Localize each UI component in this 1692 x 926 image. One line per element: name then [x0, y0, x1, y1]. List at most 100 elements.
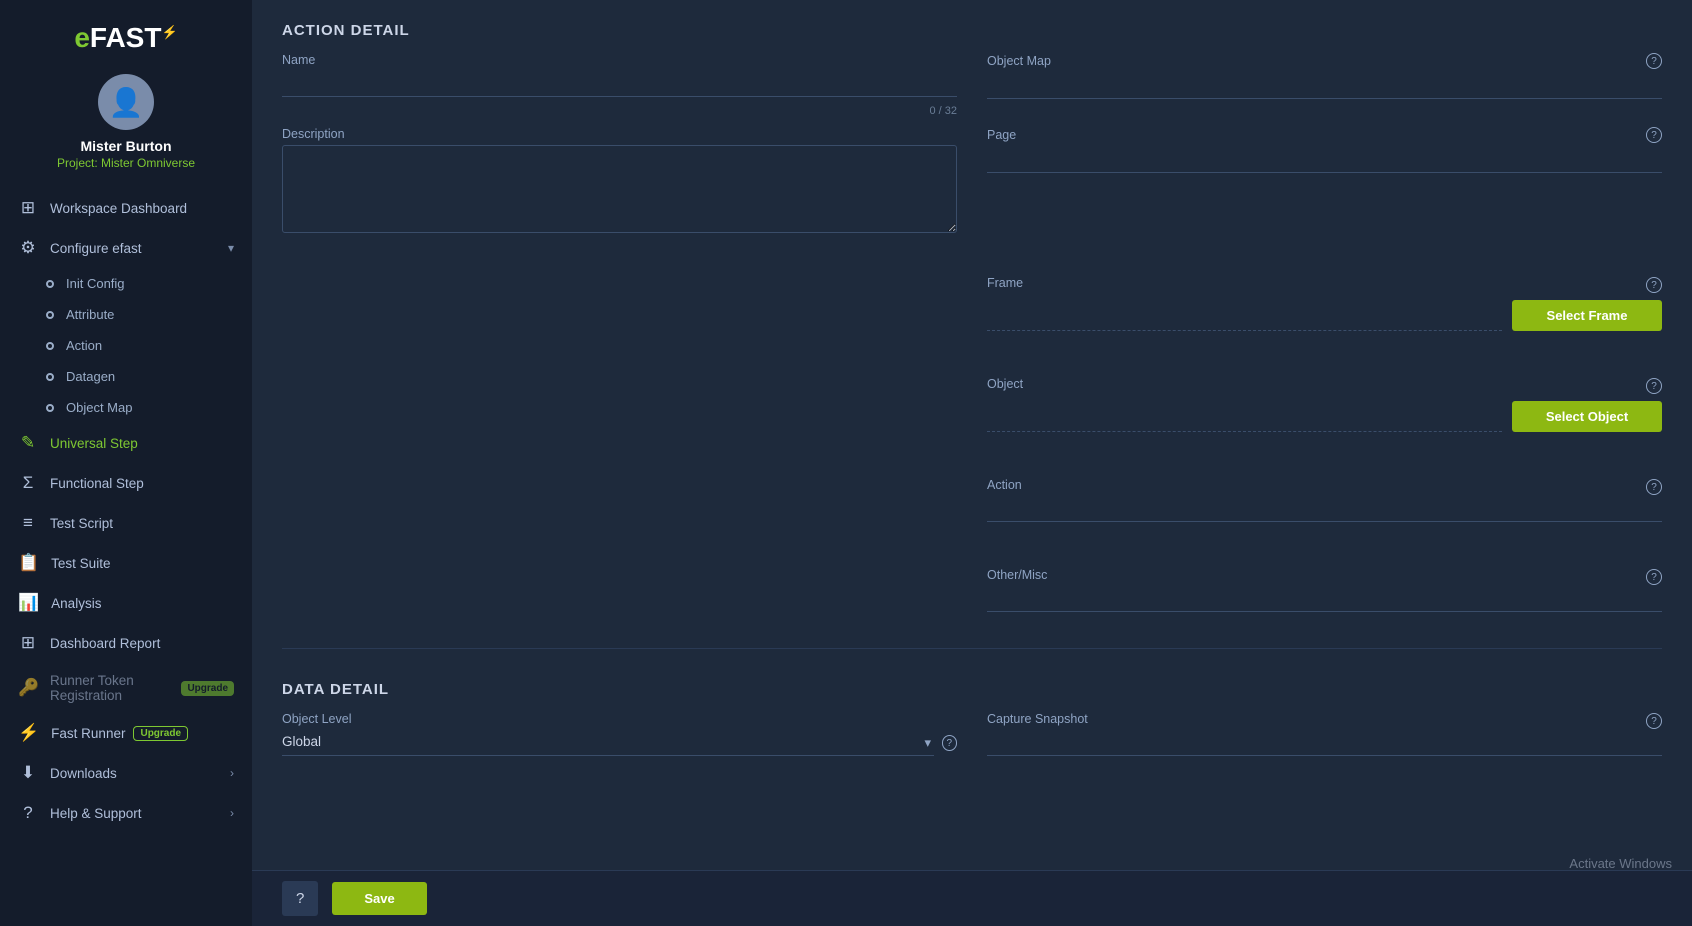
sidebar-label-action: Action: [66, 338, 102, 353]
chevron-right-icon: ›: [230, 766, 234, 780]
capture-snapshot-label: Capture Snapshot: [987, 712, 1088, 726]
sidebar-item-dashboard-report[interactable]: ⊞ Dashboard Report: [0, 623, 252, 663]
sidebar-item-analysis[interactable]: 📊 Analysis: [0, 583, 252, 623]
description-field: Description: [282, 127, 957, 238]
action-detail-title: ACTION DETAIL: [252, 0, 1692, 53]
help-bottom-icon[interactable]: ?: [282, 881, 318, 916]
page-field: Page ?: [987, 127, 1662, 173]
sidebar-item-object-map[interactable]: Object Map: [0, 392, 252, 423]
chevron-right-icon-help: ›: [230, 806, 234, 820]
object-field: Object ? Select Object: [987, 377, 1662, 432]
sidebar-label-attribute: Attribute: [66, 307, 114, 322]
object-map-label: Object Map ?: [987, 53, 1662, 69]
save-button[interactable]: Save: [332, 882, 426, 915]
object-level-field: Object Level Global Local Custom ▾ ?: [282, 712, 957, 756]
name-field: Name 0 / 32: [282, 53, 957, 99]
sidebar-item-runner-token[interactable]: 🔑 Runner Token Registration Upgrade: [0, 663, 252, 713]
capture-snapshot-input[interactable]: [987, 730, 1662, 756]
avatar: 👤: [98, 74, 154, 130]
sidebar-label-dashboard-report: Dashboard Report: [50, 636, 160, 651]
object-action-grid: Object ? Select Object: [252, 359, 1692, 460]
sidebar-label-functional-step: Functional Step: [50, 476, 144, 491]
sidebar-item-universal-step[interactable]: ✎ Universal Step: [0, 423, 252, 463]
sidebar-item-action[interactable]: Action: [0, 330, 252, 361]
lightning-icon: ⚡: [18, 723, 39, 743]
edit-icon: ✎: [18, 433, 38, 453]
upgrade-outline-badge[interactable]: Upgrade: [133, 726, 188, 741]
name-count: 0 / 32: [929, 105, 957, 117]
frame-line: [987, 330, 1502, 331]
sidebar-item-functional-step[interactable]: Σ Functional Step: [0, 463, 252, 503]
description-textarea[interactable]: [282, 145, 957, 233]
sidebar-label-fast-runner: Fast Runner: [51, 726, 125, 741]
action-field: Action ?: [987, 478, 1662, 522]
sidebar-label-workspace-dashboard: Workspace Dashboard: [50, 201, 187, 216]
capture-snapshot-field: Capture Snapshot ?: [987, 712, 1662, 756]
action-help-icon[interactable]: ?: [1646, 479, 1662, 495]
user-name: Mister Burton: [81, 138, 172, 154]
object-map-input[interactable]: [987, 73, 1662, 99]
chevron-down-icon: ▾: [228, 241, 234, 255]
sidebar-item-test-script[interactable]: ≡ Test Script: [0, 503, 252, 543]
sidebar-item-datagen[interactable]: Datagen: [0, 361, 252, 392]
list-icon: ≡: [18, 513, 38, 533]
clipboard-icon: 📋: [18, 553, 39, 573]
sidebar-item-init-config[interactable]: Init Config: [0, 268, 252, 299]
sidebar-label-test-suite: Test Suite: [51, 556, 110, 571]
action-input[interactable]: [987, 496, 1662, 522]
misc-grid: Other/Misc ?: [252, 550, 1692, 640]
description-label: Description: [282, 127, 957, 141]
other-misc-help-icon[interactable]: ?: [1646, 569, 1662, 585]
page-help-icon[interactable]: ?: [1646, 127, 1662, 143]
grid-icon: ⊞: [18, 198, 38, 218]
frame-help-icon[interactable]: ?: [1646, 277, 1662, 293]
select-object-button[interactable]: Select Object: [1512, 401, 1662, 432]
help-icon: ?: [18, 803, 38, 823]
dot-icon: [46, 311, 54, 319]
sidebar-item-attribute[interactable]: Attribute: [0, 299, 252, 330]
object-help-icon[interactable]: ?: [1646, 378, 1662, 394]
sidebar-label-downloads: Downloads: [50, 766, 117, 781]
name-input[interactable]: [282, 71, 957, 97]
sidebar-item-fast-runner[interactable]: ⚡ Fast Runner Upgrade: [0, 713, 252, 753]
sidebar-label-datagen: Datagen: [66, 369, 115, 384]
sidebar-label-test-script: Test Script: [50, 516, 113, 531]
sidebar-label-analysis: Analysis: [51, 596, 101, 611]
page-input[interactable]: [987, 147, 1662, 173]
dot-icon: [46, 342, 54, 350]
data-detail-title: DATA DETAIL: [282, 667, 1662, 712]
page-label: Page ?: [987, 127, 1662, 143]
data-detail-grid: Object Level Global Local Custom ▾ ? Cap…: [282, 712, 1662, 784]
capture-snapshot-help-icon[interactable]: ?: [1646, 713, 1662, 729]
other-misc-input[interactable]: [987, 586, 1662, 612]
object-level-help-icon[interactable]: ?: [942, 735, 958, 751]
frame-object-grid: Frame ? Select Frame: [252, 266, 1692, 359]
upgrade-badge[interactable]: Upgrade: [181, 681, 234, 696]
sidebar-item-configure-efast[interactable]: ⚙ Configure efast ▾: [0, 228, 252, 268]
object-label: Object: [987, 377, 1023, 391]
user-icon: 👤: [109, 86, 144, 119]
sidebar-item-test-suite[interactable]: 📋 Test Suite: [0, 543, 252, 583]
sidebar-label-universal-step: Universal Step: [50, 436, 138, 451]
sidebar-item-downloads[interactable]: ⬇ Downloads ›: [0, 753, 252, 793]
gear-icon: ⚙: [18, 238, 38, 258]
sidebar-label-runner-token: Runner Token Registration: [50, 673, 173, 703]
action-misc-grid: Action ?: [252, 460, 1692, 550]
sidebar-label-configure-efast: Configure efast: [50, 241, 142, 256]
download-icon: ⬇: [18, 763, 38, 783]
object-map-help-icon[interactable]: ?: [1646, 53, 1662, 69]
sidebar-label-help-support: Help & Support: [50, 806, 142, 821]
user-area: 👤 Mister Burton Project: Mister Omnivers…: [0, 64, 252, 188]
dot-icon: [46, 404, 54, 412]
logo-area: eFAST⚡: [0, 0, 252, 64]
frame-label: Frame: [987, 276, 1023, 290]
chart-icon: 📊: [18, 593, 39, 613]
data-detail-section: DATA DETAIL Object Level Global Local Cu…: [252, 649, 1692, 784]
sidebar-item-workspace-dashboard[interactable]: ⊞ Workspace Dashboard: [0, 188, 252, 228]
sidebar-item-help-support[interactable]: ? Help & Support ›: [0, 793, 252, 833]
object-level-select[interactable]: Global Local Custom: [282, 730, 934, 756]
other-misc-field: Other/Misc ?: [987, 568, 1662, 612]
main-content: ACTION DETAIL Name 0 / 32 Object Map ? D…: [252, 0, 1692, 926]
bottom-bar: ? Save: [252, 870, 1692, 926]
select-frame-button[interactable]: Select Frame: [1512, 300, 1662, 331]
